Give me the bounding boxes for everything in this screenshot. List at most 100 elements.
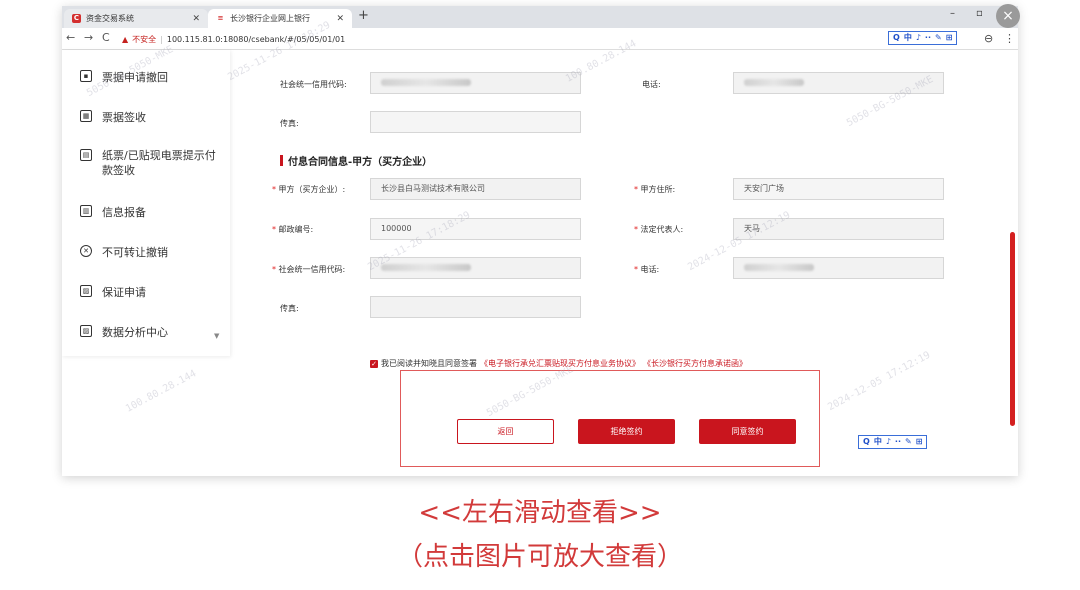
masked-value (381, 79, 471, 86)
fax-field[interactable] (370, 296, 581, 318)
fax-field-top[interactable] (370, 111, 581, 133)
credit-code-label: 社会统一信用代码: (280, 80, 347, 89)
ime-moon-icon[interactable]: ♪ (886, 436, 891, 448)
fax-label: 传真: (280, 119, 299, 128)
ime-toolbar[interactable]: Q 中 ♪ ·· ✎ ⊞ (888, 31, 958, 45)
ticket-icon: ▤ (80, 149, 92, 161)
new-tab-button[interactable]: + (358, 8, 369, 23)
scrollbar-thumb[interactable] (1010, 232, 1015, 426)
ime-search-icon[interactable]: Q (863, 436, 870, 448)
url-divider: | (160, 34, 163, 44)
credit-code-field[interactable] (370, 257, 581, 279)
tab-label: 长沙银行企业网上银行 (230, 14, 310, 23)
masked-value (381, 264, 471, 271)
forward-arrow-icon[interactable]: → (84, 31, 93, 44)
sidebar-item-label: 保证申请 (102, 286, 146, 299)
url-text: 100.115.81.0:18080/csebank/#/05/05/01/01 (166, 34, 346, 44)
sidebar-item-label: 不可转让撤销 (102, 246, 168, 259)
phone-label: 电话: (642, 80, 661, 89)
browser-window: C 资金交易系统 ✕ ≡ 长沙银行企业网上银行 ✕ + – ▫ ← → C ▲ … (62, 6, 1018, 476)
address-label: * 甲方住所: (634, 185, 676, 194)
postcode-label: * 邮政编号: (272, 225, 314, 234)
sidebar-item-data-center[interactable]: ▨ 数据分析中心 (80, 324, 168, 340)
legal-rep-label: * 法定代表人: (634, 225, 684, 234)
ime-search-icon[interactable]: Q (893, 32, 900, 44)
party-a-field[interactable]: 长沙县白马测试技术有限公司 (370, 178, 581, 200)
insecure-label: 不安全 (132, 34, 157, 44)
sidebar: ▪ 票据申请撤回 ▦ 票据签收 ▤ 纸票/已贴现电票提示付款签收 ▥ 信息报备 … (62, 50, 230, 356)
legal-rep-field[interactable]: 天马 (733, 218, 944, 240)
address-field[interactable]: 天安门广场 (733, 178, 944, 200)
fund-trading-favicon-icon: C (72, 14, 81, 23)
credit-code-field-top[interactable] (370, 72, 581, 94)
back-button[interactable]: 返回 (457, 419, 554, 444)
phone-field[interactable] (733, 257, 944, 279)
sidebar-item-info-report[interactable]: ▥ 信息报备 (80, 204, 146, 220)
phone-field-top[interactable] (733, 72, 944, 94)
ime-dots-icon[interactable]: ·· (895, 436, 901, 448)
csbank-favicon-icon: ≡ (216, 14, 225, 23)
maximize-button[interactable]: ▫ (976, 8, 983, 19)
watermark: 100.80.28.144 (123, 368, 199, 415)
ime-grid-icon[interactable]: ⊞ (946, 32, 953, 44)
overlay-close-button[interactable]: × (996, 4, 1020, 28)
tab-fund-trading[interactable]: C 资金交易系统 ✕ (64, 9, 208, 28)
tab-bar: C 资金交易系统 ✕ ≡ 长沙银行企业网上银行 ✕ + – ▫ (62, 6, 1018, 28)
back-arrow-icon[interactable]: ← (66, 31, 75, 44)
ime-dots-icon[interactable]: ·· (925, 32, 931, 44)
tab-label: 资金交易系统 (86, 14, 134, 23)
main-content: 社会统一信用代码: 电话: 传真: 付息合同信息-甲方（买方企业） * 甲方（买… (250, 50, 1018, 476)
ime-grid-icon[interactable]: ⊞ (916, 436, 923, 448)
ime-wrench-icon[interactable]: ✎ (935, 32, 942, 44)
sidebar-item-label: 纸票/已贴现电票提示付款签收 (102, 149, 216, 177)
sidebar-item-label: 票据签收 (102, 111, 146, 124)
accept-sign-button[interactable]: 同意签约 (699, 419, 796, 444)
sidebar-item-nontransfer-cancel[interactable]: ✕ 不可转让撤销 (80, 244, 168, 260)
section-bar (280, 155, 283, 166)
credit-code-label: * 社会统一信用代码: (272, 265, 346, 274)
document-icon: ▪ (80, 70, 92, 82)
phone-label: * 电话: (634, 265, 660, 274)
tab-close-icon[interactable]: ✕ (336, 14, 344, 24)
warning-icon: ▲ (122, 34, 129, 44)
section-title: 付息合同信息-甲方（买方企业） (280, 153, 432, 168)
postcode-field[interactable]: 100000 (370, 218, 581, 240)
masked-value (744, 79, 804, 86)
reject-sign-button[interactable]: 拒绝签约 (578, 419, 675, 444)
screenshot-stage: C 资金交易系统 ✕ ≡ 长沙银行企业网上银行 ✕ + – ▫ ← → C ▲ … (0, 0, 1080, 590)
masked-value (744, 264, 814, 271)
profile-icon[interactable]: ⊖ (984, 32, 993, 45)
image-icon: ▨ (80, 325, 92, 337)
sidebar-item-label: 数据分析中心 (102, 326, 168, 339)
ime-wrench-icon[interactable]: ✎ (905, 436, 912, 448)
section-title-text: 付息合同信息-甲方（买方企业） (288, 157, 433, 168)
agreement-link-discount[interactable]: 《电子银行承兑汇票贴现买方付息业务协议》 (480, 358, 640, 369)
address-bar: ← → C ▲ 不安全 | 100.115.81.0:18080/csebank… (62, 28, 1018, 50)
agreement-checkbox[interactable]: ✓ (370, 359, 378, 368)
sidebar-item-label: 信息报备 (102, 206, 146, 219)
party-a-label: * 甲方（买方企业）: (272, 185, 346, 194)
minimize-button[interactable]: – (950, 8, 955, 19)
agreement-text: 我已阅读并知晓且同意签署 (381, 359, 477, 368)
sidebar-item-paper-bill[interactable]: ▤ 纸票/已贴现电票提示付款签收 (80, 148, 220, 178)
tab-csbank[interactable]: ≡ 长沙银行企业网上银行 ✕ (208, 9, 352, 28)
agreement-link-promise[interactable]: 《长沙银行买方付息承诺函》 (643, 358, 747, 369)
zoom-caption: （点击图片可放大查看） (396, 542, 683, 572)
ime-chinese-icon[interactable]: 中 (904, 32, 912, 44)
sidebar-item-bill-withdraw[interactable]: ▪ 票据申请撤回 (80, 69, 168, 85)
url-field[interactable]: ▲ 不安全 | 100.115.81.0:18080/csebank/#/05/… (122, 31, 345, 47)
sidebar-item-guarantee[interactable]: ▨ 保证申请 (80, 284, 146, 300)
chevron-down-icon[interactable]: ▼ (214, 332, 219, 340)
ime-chinese-icon[interactable]: 中 (874, 436, 882, 448)
tab-close-icon[interactable]: ✕ (192, 14, 200, 24)
swipe-caption: <<左右滑动查看>> (418, 498, 662, 528)
sidebar-item-bill-receive[interactable]: ▦ 票据签收 (80, 109, 146, 125)
menu-icon[interactable]: ⋮ (1004, 32, 1015, 45)
agreement-row: ✓ 我已阅读并知晓且同意签署 《电子银行承兑汇票贴现买方付息业务协议》 《长沙银… (370, 358, 747, 369)
image-icon: ▨ (80, 285, 92, 297)
fax-label: 传真: (280, 304, 299, 313)
reload-icon[interactable]: C (102, 31, 110, 44)
sidebar-item-label: 票据申请撤回 (102, 71, 168, 84)
ime-toolbar-floating[interactable]: Q 中 ♪ ·· ✎ ⊞ (858, 435, 928, 449)
ime-moon-icon[interactable]: ♪ (916, 32, 921, 44)
